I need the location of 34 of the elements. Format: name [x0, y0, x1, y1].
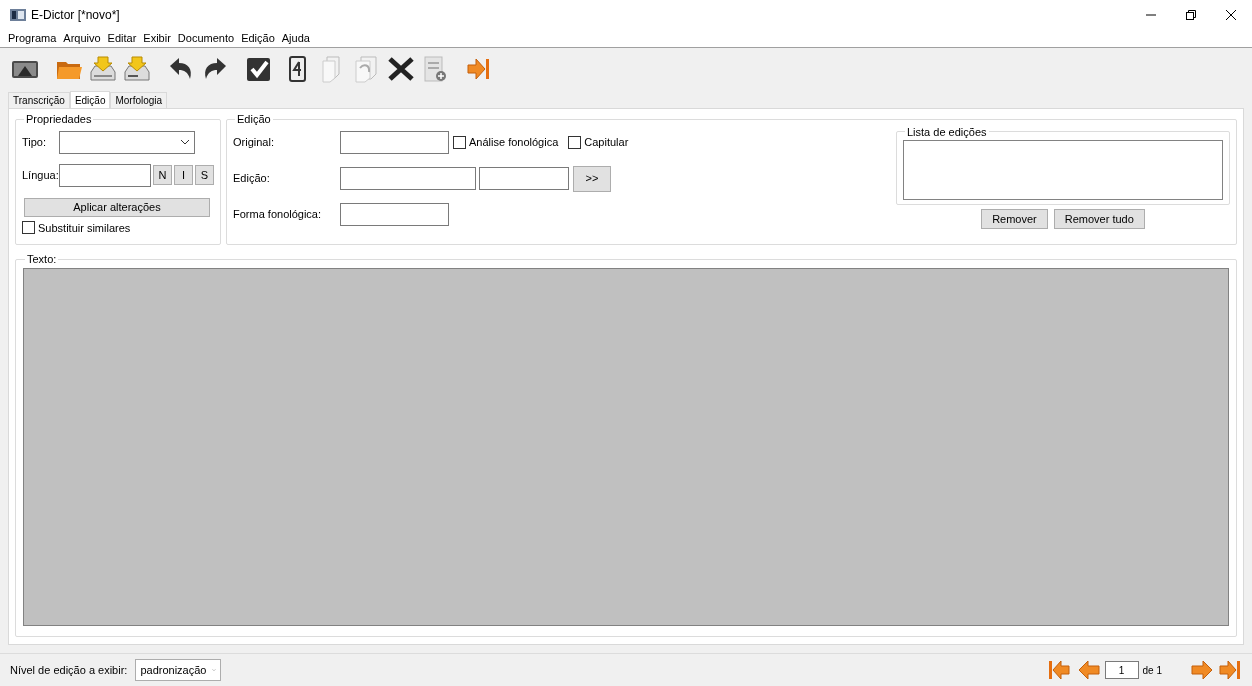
window-title: E-Dictor [*novo*]: [31, 7, 120, 24]
menu-item[interactable]: Editar: [107, 30, 137, 47]
menu-item[interactable]: Programa: [8, 30, 57, 47]
format-button[interactable]: I: [174, 165, 193, 185]
group-title: Edição: [236, 112, 272, 127]
checkbox-label: Análise fonológica: [469, 134, 559, 150]
apply-button[interactable]: Aplicar alterações: [24, 197, 210, 217]
group-title: Texto:: [26, 252, 58, 267]
page-field[interactable]: 1: [1104, 661, 1139, 679]
tab[interactable]: Transcrição: [8, 92, 70, 108]
menu-item[interactable]: Documento: [177, 30, 235, 47]
field-label: Edição:: [233, 171, 271, 187]
menu-item[interactable]: Exibir: [143, 30, 171, 47]
page-total: de 1: [1142, 663, 1162, 678]
tab[interactable]: Morfologia: [110, 92, 168, 108]
format-button[interactable]: N: [153, 165, 172, 185]
menu-item[interactable]: Edição: [241, 30, 275, 47]
tab[interactable]: Edição: [69, 91, 111, 109]
field-label: Original:: [233, 134, 275, 150]
remove-button[interactable]: Remover tudo: [1053, 209, 1145, 229]
checkbox-label: Substituir similares: [38, 220, 131, 236]
menu-item[interactable]: Ajuda: [281, 30, 310, 47]
menu-item[interactable]: Arquivo: [63, 30, 101, 47]
checkbox-label: Capitular: [584, 134, 629, 150]
field-label: Nível de edição a exibir:: [10, 662, 128, 678]
field-label: Língua:: [22, 167, 59, 183]
field-label: Forma fonológica:: [233, 206, 323, 222]
field-label: Tipo:: [22, 134, 48, 150]
group-title: Propriedades: [25, 112, 93, 127]
format-button[interactable]: S: [195, 165, 214, 185]
remove-button[interactable]: Remover: [981, 209, 1048, 229]
group-title: Lista de edições: [906, 124, 988, 140]
transfer-button[interactable]: >>: [573, 165, 611, 192]
level-dropdown[interactable]: padronização: [135, 659, 222, 681]
